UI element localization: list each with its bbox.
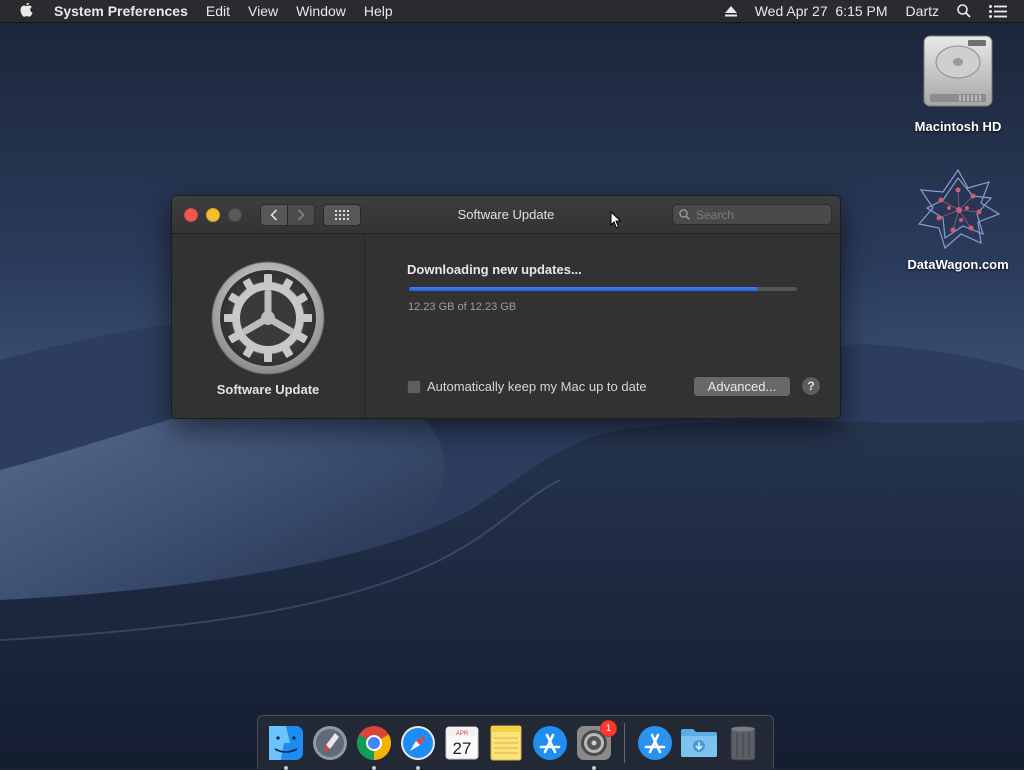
search-field[interactable] [672, 204, 832, 225]
dock-item-notes[interactable] [487, 724, 525, 762]
notification-center-icon[interactable] [980, 4, 1016, 18]
grid-icon [335, 209, 349, 220]
eject-icon[interactable] [716, 5, 746, 17]
menu-edit[interactable]: Edit [197, 0, 239, 22]
auto-update-option[interactable]: Automatically keep my Mac up to date [407, 379, 647, 394]
search-icon [679, 209, 690, 220]
notification-badge: 1 [600, 719, 617, 737]
update-status-text: Downloading new updates... [407, 262, 582, 277]
app-store-downloads-icon [638, 725, 672, 760]
notes-icon [490, 725, 522, 760]
auto-update-label: Automatically keep my Mac up to date [427, 379, 647, 394]
menu-user[interactable]: Dartz [897, 3, 948, 19]
back-button[interactable] [260, 203, 288, 226]
hard-drive-icon [923, 35, 993, 107]
desktop-icon-label: Macintosh HD [914, 119, 1002, 134]
dock-item-downloads-folder[interactable] [680, 724, 718, 762]
spotlight-search-icon[interactable] [948, 4, 980, 18]
menu-window[interactable]: Window [287, 0, 355, 22]
dock-item-system-preferences[interactable]: 1 [575, 719, 617, 770]
dock-item-launchpad[interactable] [311, 724, 349, 762]
window-titlebar[interactable]: Software Update [172, 196, 840, 234]
search-input[interactable] [694, 206, 816, 223]
download-size-text: 12.23 GB of 12.23 GB [408, 301, 517, 313]
dock-item-app-store-downloads[interactable] [636, 724, 674, 762]
calendar-icon: APR 27 [445, 726, 479, 759]
minimize-window-button[interactable] [206, 207, 220, 222]
menu-bar: System Preferences Edit View Window Help… [0, 0, 1024, 22]
desktop-icon-datawagon[interactable]: DataWagon.com [898, 168, 1018, 272]
datawagon-star-logo-icon [917, 168, 1001, 250]
close-window-button[interactable] [184, 207, 198, 222]
dock-item-chrome[interactable] [355, 724, 393, 770]
launchpad-icon [313, 725, 347, 760]
show-all-button[interactable] [323, 203, 361, 226]
forward-button[interactable] [288, 203, 315, 226]
menu-help[interactable]: Help [355, 0, 402, 22]
desktop-icon-label: DataWagon.com [907, 257, 1009, 272]
dock-item-trash[interactable] [724, 724, 762, 762]
download-progress-bar [409, 287, 797, 291]
download-progress-fill [409, 287, 759, 291]
dock-separator [624, 722, 625, 763]
chevron-right-icon [297, 208, 305, 221]
help-button[interactable]: ? [801, 376, 821, 396]
menu-view[interactable]: View [239, 0, 287, 22]
app-store-icon [533, 725, 567, 760]
chevron-left-icon [270, 208, 278, 221]
menu-app-name[interactable]: System Preferences [52, 0, 197, 22]
software-update-pane-sidebar: Software Update [172, 234, 365, 418]
mouse-cursor-icon [610, 211, 622, 229]
trash-icon [730, 726, 756, 760]
downloads-folder-icon [681, 728, 717, 757]
dock-item-finder[interactable] [267, 724, 305, 770]
dock-item-app-store[interactable] [531, 724, 569, 762]
chrome-icon [357, 725, 391, 760]
software-update-gear-icon [211, 261, 325, 375]
menu-clock[interactable]: Wed Apr 27 6:15 PM [746, 3, 897, 19]
safari-icon [401, 725, 435, 760]
zoom-window-button [228, 207, 242, 222]
calendar-month: APR [456, 731, 469, 737]
dock-item-calendar[interactable]: APR 27 [443, 724, 481, 762]
pane-label: Software Update [216, 382, 320, 397]
auto-update-checkbox[interactable] [407, 379, 421, 394]
dock: APR 27 1 [257, 715, 774, 770]
advanced-button[interactable]: Advanced... [693, 376, 791, 397]
apple-menu-icon[interactable] [16, 3, 38, 19]
dock-item-safari[interactable] [399, 724, 437, 770]
desktop-icon-macintosh-hd[interactable]: Macintosh HD [898, 32, 1018, 134]
update-main-panel: Downloading new updates... 12.23 GB of 1… [365, 234, 840, 418]
finder-icon [269, 725, 303, 760]
calendar-day: 27 [453, 739, 472, 758]
software-update-window: Software Update Search Software Update D… [171, 195, 841, 419]
